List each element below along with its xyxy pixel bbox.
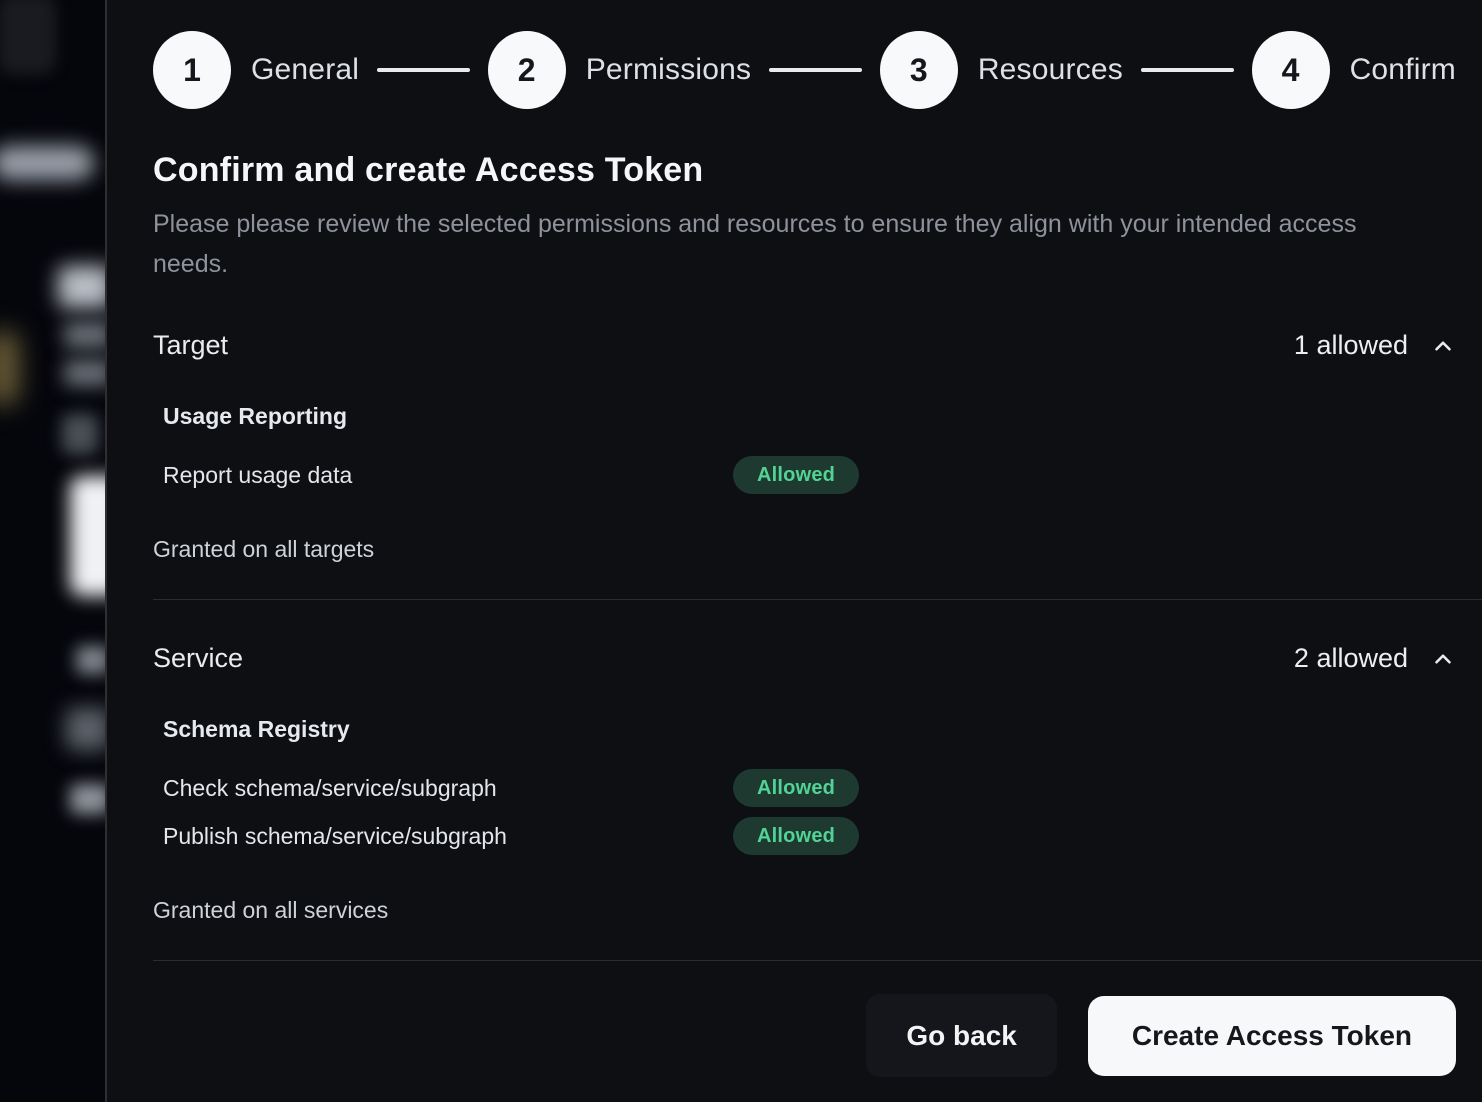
go-back-button[interactable]: Go back: [866, 994, 1056, 1077]
background-text-line-2: [64, 360, 106, 386]
page-description: Please please review the selected permis…: [153, 204, 1383, 284]
section-title: Service: [153, 643, 243, 674]
group-name: Usage Reporting: [163, 403, 1456, 430]
background-accent-blob: [0, 332, 18, 404]
background-white-card: [70, 476, 106, 596]
step-number-circle: 3: [880, 31, 958, 109]
group-name: Schema Registry: [163, 716, 1456, 743]
permission-group-usage-reporting: Usage Reporting Report usage data Allowe…: [163, 403, 1456, 494]
permission-label: Check schema/service/subgraph: [163, 775, 733, 802]
background-nav-text: [0, 146, 94, 180]
background-icon: [62, 414, 98, 454]
permission-group-schema-registry: Schema Registry Check schema/service/sub…: [163, 716, 1456, 855]
step-label: Confirm: [1350, 53, 1456, 87]
step-connector: [377, 68, 470, 72]
chevron-up-icon: [1430, 646, 1456, 672]
footer-divider: [153, 960, 1482, 961]
status-badge: Allowed: [733, 769, 859, 807]
step-label: Permissions: [586, 53, 752, 87]
section-service: Service 2 allowed Schema Registry Check …: [153, 643, 1456, 924]
permission-label: Publish schema/service/subgraph: [163, 823, 733, 850]
wizard-footer: Go back Create Access Token: [153, 994, 1456, 1077]
panel-left-border: [105, 0, 107, 1102]
step-label: Resources: [978, 53, 1123, 87]
background-page: [0, 0, 106, 1102]
background-text-line-3: [76, 646, 106, 674]
step-number-circle: 1: [153, 31, 231, 109]
status-badge: Allowed: [733, 817, 859, 855]
section-target: Target 1 allowed Usage Reporting Report …: [153, 330, 1456, 563]
step-permissions[interactable]: 2 Permissions: [488, 31, 752, 109]
step-connector: [769, 68, 862, 72]
step-label: General: [251, 53, 359, 87]
background-logo: [0, 0, 56, 74]
section-service-header: Service 2 allowed: [153, 643, 1456, 674]
background-text-line-4: [66, 708, 106, 750]
permission-row: Publish schema/service/subgraph Allowed: [163, 817, 1456, 855]
status-badge: Allowed: [733, 456, 859, 494]
permission-row: Report usage data Allowed: [163, 456, 1456, 494]
section-target-collapse-toggle[interactable]: 1 allowed: [1294, 330, 1456, 361]
permission-label: Report usage data: [163, 462, 733, 489]
background-heading-text: [58, 266, 106, 308]
background-text-line-1: [64, 322, 106, 348]
background-text-line-5: [70, 784, 106, 814]
allowed-count-badge: 1 allowed: [1294, 330, 1408, 361]
page-title: Confirm and create Access Token: [153, 151, 1456, 190]
step-confirm[interactable]: 4 Confirm: [1252, 31, 1456, 109]
section-target-header: Target 1 allowed: [153, 330, 1456, 361]
granted-note: Granted on all targets: [153, 536, 1456, 563]
permission-row: Check schema/service/subgraph Allowed: [163, 769, 1456, 807]
chevron-up-icon: [1430, 333, 1456, 359]
step-connector: [1141, 68, 1234, 72]
section-divider: [153, 599, 1482, 600]
granted-note: Granted on all services: [153, 897, 1456, 924]
allowed-count-badge: 2 allowed: [1294, 643, 1408, 674]
step-resources[interactable]: 3 Resources: [880, 31, 1123, 109]
wizard-stepper: 1 General 2 Permissions 3 Resources 4 Co…: [153, 31, 1456, 109]
step-number-circle: 2: [488, 31, 566, 109]
section-service-collapse-toggle[interactable]: 2 allowed: [1294, 643, 1456, 674]
section-title: Target: [153, 330, 228, 361]
create-access-token-button[interactable]: Create Access Token: [1088, 996, 1456, 1076]
step-general[interactable]: 1 General: [153, 31, 359, 109]
create-access-token-wizard: 1 General 2 Permissions 3 Resources 4 Co…: [107, 0, 1482, 1102]
step-number-circle: 4: [1252, 31, 1330, 109]
